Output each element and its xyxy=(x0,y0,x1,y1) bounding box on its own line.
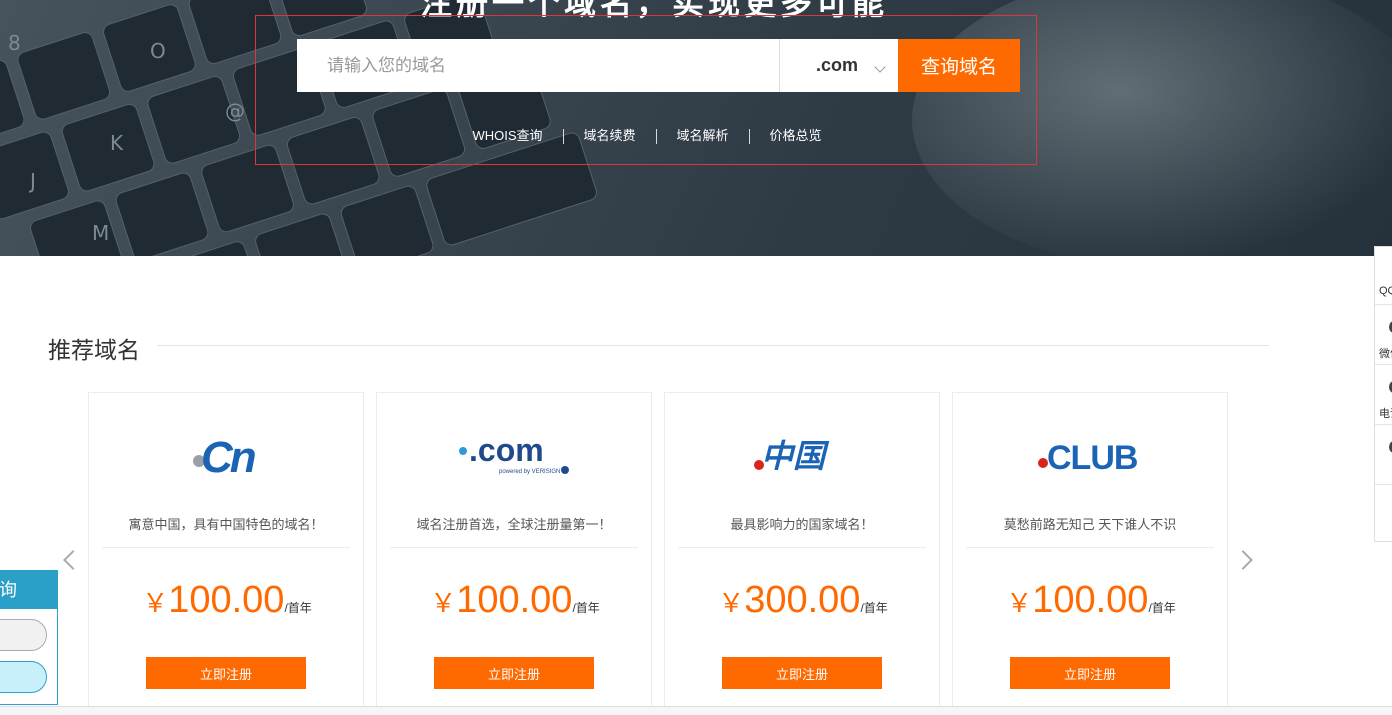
domain-card-cn: Cn 寓意中国，具有中国特色的域名！ ￥100.00/首年 立即注册 xyxy=(88,392,364,715)
toolbar-label: 微信 xyxy=(1379,348,1392,360)
svg-text:O: O xyxy=(150,39,166,63)
club-logo-text: CLUB xyxy=(1047,439,1138,477)
register-button[interactable]: 立即注册 xyxy=(722,657,882,689)
toolbar-label: 电话 xyxy=(1379,408,1392,420)
domain-suffix-select[interactable]: .com xyxy=(779,39,898,92)
price-unit: /首年 xyxy=(1148,601,1176,615)
link-whois[interactable]: WHOIS查询 xyxy=(452,125,562,144)
hero-banner: 8KJ M@O 注册一个域名，实现更多可能 .com 查询域名 WHOIS查询域… xyxy=(0,0,1392,256)
section-title: 推荐域名 xyxy=(48,337,140,363)
price-amount: 100.00 xyxy=(456,579,573,621)
cn-logo-text: Cn xyxy=(201,433,256,482)
toolbar-item-qq[interactable]: QQ xyxy=(1375,247,1392,305)
price-unit: /首年 xyxy=(860,601,888,615)
link-prices[interactable]: 价格总览 xyxy=(750,125,842,144)
chevron-down-icon xyxy=(874,61,886,73)
domain-search-input[interactable] xyxy=(297,39,779,92)
quick-links: WHOIS查询 域名续费 域名解析 价格总览 xyxy=(256,125,1038,145)
horizontal-scrollbar[interactable] xyxy=(0,706,1392,715)
club-logo: CLUB xyxy=(1038,439,1139,477)
domain-suffix-value: .com xyxy=(816,55,859,75)
com-logo-text: .com xyxy=(469,432,544,468)
domain-search-panel: .com 查询域名 WHOIS查询域名续费域名解析价格总览 xyxy=(255,15,1037,165)
card-description: 最具影响力的国家域名！ xyxy=(678,514,926,548)
section-divider xyxy=(157,345,1269,346)
zhongguo-logo-text: 中国 xyxy=(761,437,830,475)
toolbar-item-wechat[interactable]: 微信 xyxy=(1375,307,1392,365)
price-currency: ￥ xyxy=(1006,588,1033,618)
domain-card-zhongguo: 中国 最具影响力的国家域名！ ￥300.00/首年 立即注册 xyxy=(664,392,940,715)
svg-text:8: 8 xyxy=(8,31,21,55)
consult-submit-pill[interactable] xyxy=(0,661,47,693)
carousel-prev-icon[interactable] xyxy=(63,550,83,570)
link-dns[interactable]: 域名解析 xyxy=(657,125,749,144)
search-domain-button[interactable]: 查询域名 xyxy=(898,39,1020,92)
consult-widget-title: 询 xyxy=(0,571,57,609)
svg-text:K: K xyxy=(110,131,124,155)
card-description: 寓意中国，具有中国特色的域名！ xyxy=(102,514,350,548)
consult-input-pill[interactable] xyxy=(0,619,47,651)
carousel-next-icon[interactable] xyxy=(1233,550,1253,570)
right-service-toolbar: QQ 微信 电话 xyxy=(1374,246,1392,542)
domain-card-club: CLUB 莫愁前路无知己 天下谁人不识 ￥100.00/首年 立即注册 xyxy=(952,392,1228,715)
toolbar-item-top[interactable] xyxy=(1375,487,1392,545)
consult-widget: 询 xyxy=(0,570,58,705)
price-currency: ￥ xyxy=(142,588,169,618)
card-price: ￥300.00/首年 xyxy=(665,579,941,622)
register-button[interactable]: 立即注册 xyxy=(434,657,594,689)
price-currency: ￥ xyxy=(718,588,745,618)
register-button[interactable]: 立即注册 xyxy=(146,657,306,689)
price-amount: 100.00 xyxy=(168,579,285,621)
domain-card-com: .com powered by VERISIGN 域名注册首选，全球注册量第一！… xyxy=(376,392,652,715)
zhongguo-logo: 中国 xyxy=(754,437,830,475)
price-currency: ￥ xyxy=(430,588,457,618)
link-renew[interactable]: 域名续费 xyxy=(564,125,656,144)
cn-logo: Cn xyxy=(193,433,259,482)
price-unit: /首年 xyxy=(572,601,600,615)
com-logo-subtext: powered by VERISIGN xyxy=(499,469,560,475)
card-description: 莫愁前路无知己 天下谁人不识 xyxy=(966,514,1214,548)
toolbar-item-support[interactable] xyxy=(1375,427,1392,485)
price-unit: /首年 xyxy=(284,601,312,615)
toolbar-item-phone[interactable]: 电话 xyxy=(1375,367,1392,425)
svg-text:M: M xyxy=(92,221,109,245)
toolbar-label: QQ xyxy=(1379,285,1392,297)
svg-text:@: @ xyxy=(225,99,245,123)
card-description: 域名注册首选，全球注册量第一！ xyxy=(390,514,638,548)
card-price: ￥100.00/首年 xyxy=(953,579,1229,622)
card-price: ￥100.00/首年 xyxy=(377,579,653,622)
register-button[interactable]: 立即注册 xyxy=(1010,657,1170,689)
price-amount: 300.00 xyxy=(744,579,861,621)
svg-text:J: J xyxy=(28,169,36,193)
price-amount: 100.00 xyxy=(1032,579,1149,621)
card-price: ￥100.00/首年 xyxy=(89,579,365,622)
com-logo: .com powered by VERISIGN xyxy=(459,432,569,475)
